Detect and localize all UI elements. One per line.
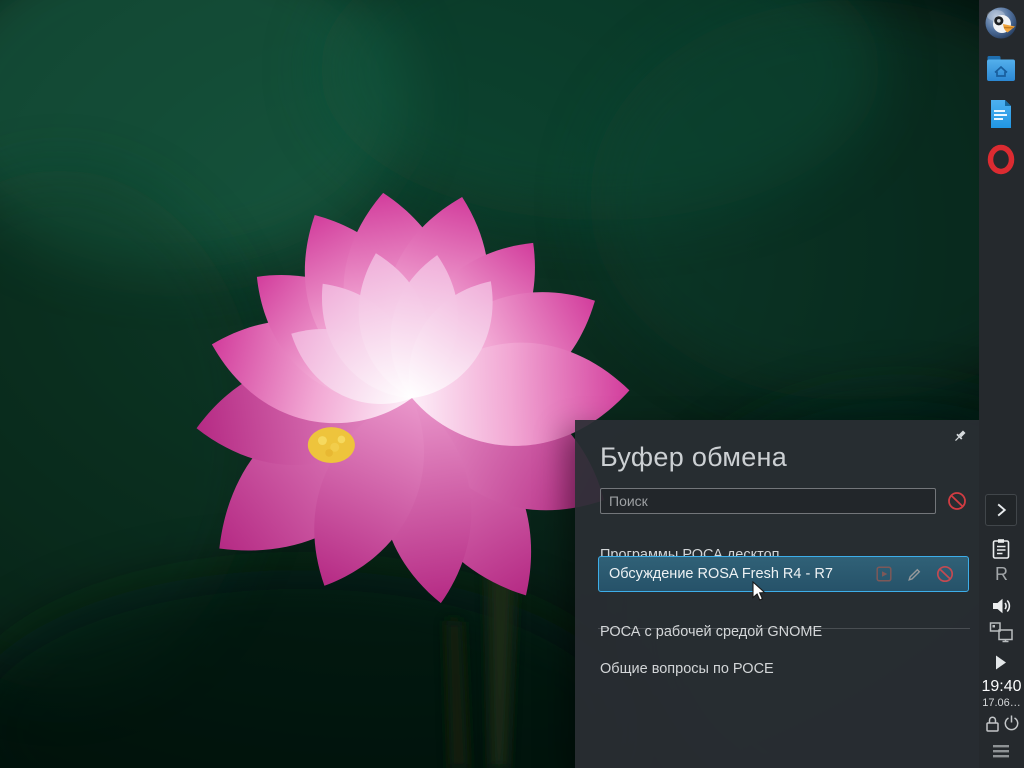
- pin-icon: [955, 430, 966, 441]
- clipboard-item[interactable]: РОСА с рабочей средой GNOME: [575, 616, 979, 648]
- hidden-tray-arrow-button[interactable]: [995, 655, 1007, 670]
- lock-screen-button[interactable]: [985, 715, 1000, 733]
- clear-history-icon: [948, 492, 966, 510]
- launcher-bird-button[interactable]: [984, 6, 1018, 40]
- volume-tray-button[interactable]: [990, 595, 1012, 617]
- hidden-tray-arrow-icon: [996, 655, 1006, 670]
- document-app-button[interactable]: [988, 99, 1014, 129]
- opera-icon: [987, 144, 1015, 175]
- desktop: Буфер обмена Программы РОСА десктоп Обсу…: [0, 0, 1024, 768]
- expand-tray-icon: [997, 503, 1007, 517]
- search-input[interactable]: [600, 488, 936, 514]
- clear-history-button[interactable]: [947, 491, 967, 511]
- clock-time[interactable]: 19:40: [979, 678, 1024, 696]
- update-notifier-letter: R: [995, 564, 1008, 584]
- clipboard-item-label: Общие вопросы по РОСЕ: [600, 661, 774, 677]
- home-folder-icon: [987, 56, 1015, 81]
- edit-icon[interactable]: [906, 566, 923, 583]
- opera-browser-button[interactable]: [986, 144, 1016, 175]
- launcher-bird-icon: [985, 7, 1017, 39]
- popup-title: Буфер обмена: [600, 442, 788, 472]
- list-separator: [598, 628, 970, 629]
- clipboard-item-label: Обсуждение ROSA Fresh R4 - R7: [609, 566, 833, 582]
- clipboard-item-selected[interactable]: Обсуждение ROSA Fresh R4 - R7: [598, 556, 969, 592]
- clipboard-item-label: РОСА с рабочей средой GNOME: [600, 624, 823, 640]
- update-notifier-tray-item[interactable]: R: [979, 564, 1024, 585]
- lock-icon: [986, 716, 999, 732]
- volume-icon: [993, 598, 1011, 614]
- remove-item-icon[interactable]: [936, 565, 954, 583]
- taskbar-panel: R 19:40 17.06…: [979, 0, 1024, 768]
- invoke-action-icon[interactable]: [875, 565, 893, 583]
- file-manager-button[interactable]: [986, 55, 1016, 82]
- leave-session-button[interactable]: [1003, 714, 1020, 732]
- expand-tray-button[interactable]: [985, 494, 1017, 526]
- clock-date[interactable]: 17.06…: [979, 697, 1024, 709]
- mouse-cursor: [752, 581, 766, 601]
- clipboard-item[interactable]: Общие вопросы по РОСЕ: [575, 653, 979, 685]
- pin-button[interactable]: [949, 425, 971, 447]
- power-icon: [1004, 715, 1019, 731]
- panel-menu-icon: [993, 745, 1009, 758]
- network-icon: [989, 622, 1013, 643]
- clipboard-popup: Буфер обмена Программы РОСА десктоп Обсу…: [575, 420, 979, 768]
- clipboard-tray-icon: [992, 539, 1010, 559]
- panel-settings-button[interactable]: [992, 743, 1010, 759]
- document-icon: [991, 100, 1011, 128]
- row-actions: [875, 565, 954, 583]
- clipboard-tray-button[interactable]: [990, 538, 1012, 560]
- network-tray-button[interactable]: [989, 621, 1014, 645]
